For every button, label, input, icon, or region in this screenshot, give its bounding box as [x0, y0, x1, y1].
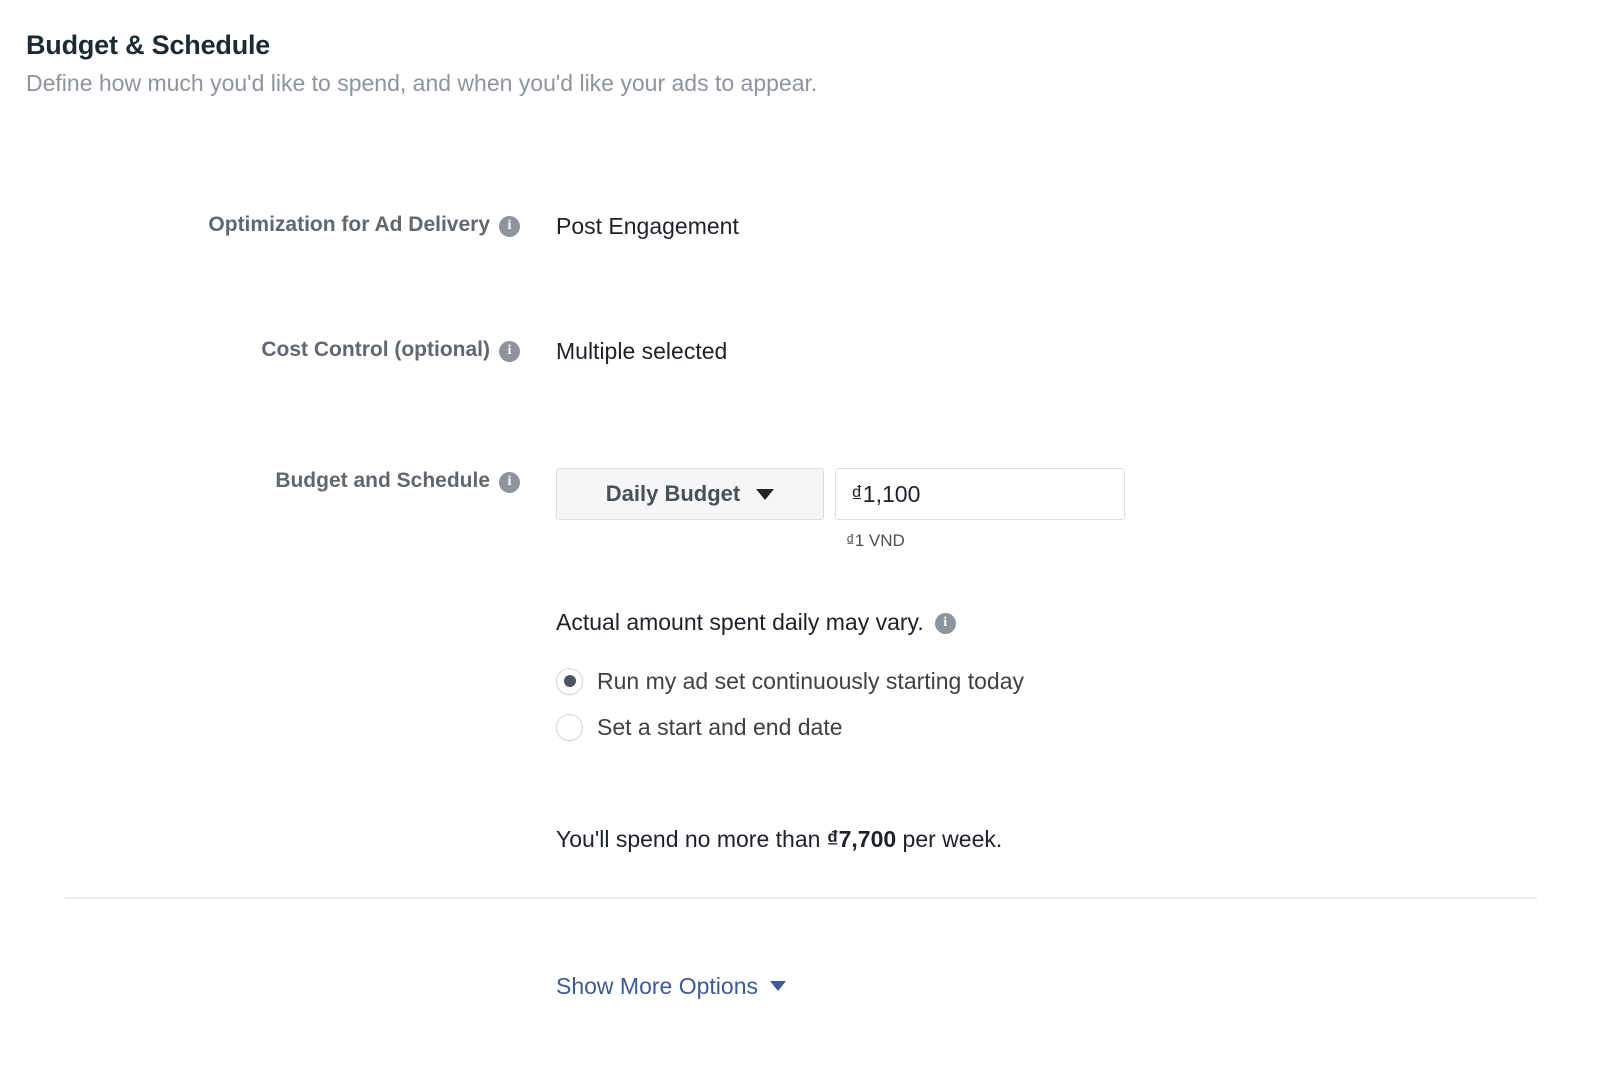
radio-button-selected-icon[interactable]	[556, 667, 583, 695]
currency-hint: ₫1 VND	[846, 531, 905, 550]
chevron-down-icon	[769, 981, 786, 991]
section-divider	[65, 897, 1537, 899]
radio-button-unselected-icon[interactable]	[556, 713, 583, 741]
info-icon[interactable]: i	[934, 612, 956, 634]
info-icon[interactable]: i	[499, 215, 520, 237]
budget-schedule-field: Daily Budget ₫1 VND	[556, 468, 1125, 551]
info-icon-glyph: i	[507, 217, 512, 233]
show-more-options-button[interactable]: Show More Options	[556, 972, 786, 1000]
radio-option-run-continuously[interactable]: Run my ad set continuously starting toda…	[556, 658, 1024, 704]
chevron-down-icon	[756, 488, 775, 500]
budget-schedule-label: Budget and Schedule	[275, 469, 490, 492]
optimization-label-group: Optimization for Ad Delivery i	[0, 212, 520, 238]
page-header: Budget & Schedule Define how much you'd …	[26, 28, 1426, 98]
budget-schedule-label-group: Budget and Schedule i	[0, 468, 520, 494]
schedule-radio-group: Run my ad set continuously starting toda…	[556, 658, 1024, 750]
radio-label-run-continuously: Run my ad set continuously starting toda…	[597, 668, 1025, 694]
info-icon[interactable]: i	[499, 340, 520, 362]
optimization-field: Post Engagement	[556, 212, 739, 240]
amount-vary-note-text: Actual amount spent daily may vary.	[556, 609, 924, 635]
info-icon-glyph: i	[507, 342, 512, 358]
row-optimization-for-ad-delivery: Optimization for Ad Delivery i Post Enga…	[0, 212, 1600, 240]
spend-summary-suffix: per week.	[896, 826, 1003, 852]
optimization-value: Post Engagement	[556, 213, 739, 239]
page-subtitle: Define how much you'd like to spend, and…	[26, 70, 818, 96]
info-icon-glyph: i	[507, 473, 512, 489]
radio-option-set-start-end-date[interactable]: Set a start and end date	[556, 704, 1024, 750]
info-icon[interactable]: i	[499, 471, 520, 493]
page-title: Budget & Schedule	[26, 30, 271, 60]
budget-controls: Daily Budget ₫1 VND	[556, 468, 1125, 551]
row-cost-control: Cost Control (optional) i Multiple selec…	[0, 337, 1600, 365]
row-budget-and-schedule: Budget and Schedule i Daily Budget ₫1 VN…	[0, 468, 1600, 551]
budget-amount-input[interactable]	[835, 468, 1125, 520]
show-more-options-label: Show More Options	[556, 973, 758, 999]
spend-summary-prefix: You'll spend no more than	[556, 826, 827, 852]
budget-amount-group: ₫1 VND	[835, 468, 1125, 551]
info-icon-glyph: i	[943, 614, 948, 630]
cost-control-field: Multiple selected	[556, 337, 727, 365]
budget-type-value: Daily Budget	[605, 481, 741, 506]
cost-control-label: Cost Control (optional)	[261, 338, 490, 361]
optimization-label: Optimization for Ad Delivery	[208, 213, 490, 236]
amount-vary-note: Actual amount spent daily may vary. i	[556, 608, 956, 636]
spend-summary-amount: ₫7,700	[826, 826, 897, 852]
radio-label-set-start-end-date: Set a start and end date	[597, 714, 843, 740]
weekly-spend-summary: You'll spend no more than ₫7,700 per wee…	[556, 825, 1002, 853]
cost-control-label-group: Cost Control (optional) i	[0, 337, 520, 363]
budget-type-dropdown[interactable]: Daily Budget	[556, 468, 824, 520]
cost-control-value: Multiple selected	[556, 338, 728, 364]
